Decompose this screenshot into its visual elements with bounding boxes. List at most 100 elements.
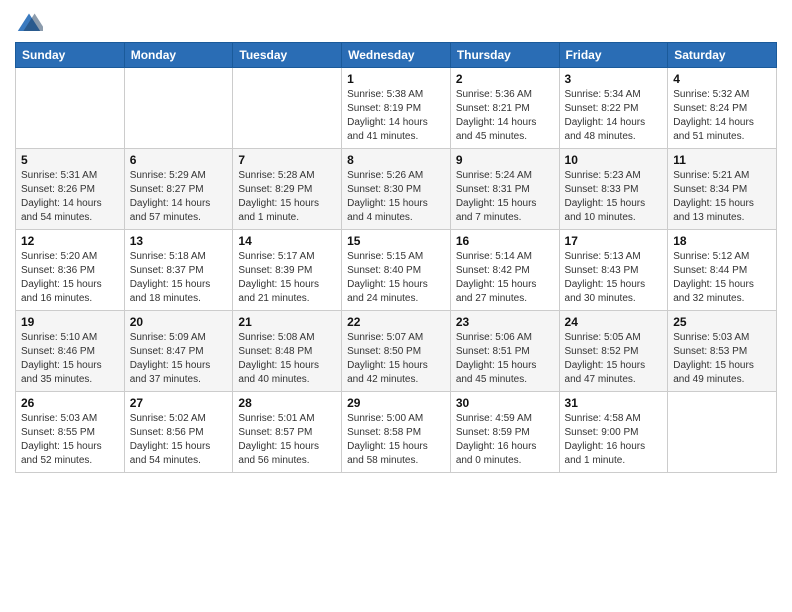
day-info: Sunrise: 5:06 AMSunset: 8:51 PMDaylight:…: [456, 331, 554, 387]
week-row-5: 26 Sunrise: 5:03 AMSunset: 8:55 PMDaylig…: [16, 392, 777, 473]
day-number: 20: [130, 315, 228, 329]
day-number: 16: [456, 234, 554, 248]
day-info: Sunrise: 5:09 AMSunset: 8:47 PMDaylight:…: [130, 331, 228, 387]
day-info: Sunrise: 5:18 AMSunset: 8:37 PMDaylight:…: [130, 250, 228, 306]
day-info: Sunrise: 5:03 AMSunset: 8:55 PMDaylight:…: [21, 412, 119, 468]
day-info: Sunrise: 5:28 AMSunset: 8:29 PMDaylight:…: [238, 169, 336, 225]
day-info: Sunrise: 4:58 AMSunset: 9:00 PMDaylight:…: [565, 412, 663, 468]
week-row-3: 12 Sunrise: 5:20 AMSunset: 8:36 PMDaylig…: [16, 230, 777, 311]
day-info: Sunrise: 5:02 AMSunset: 8:56 PMDaylight:…: [130, 412, 228, 468]
weekday-header-sunday: Sunday: [16, 43, 125, 68]
day-info: Sunrise: 5:00 AMSunset: 8:58 PMDaylight:…: [347, 412, 445, 468]
day-number: 31: [565, 396, 663, 410]
day-number: 19: [21, 315, 119, 329]
day-info: Sunrise: 5:15 AMSunset: 8:40 PMDaylight:…: [347, 250, 445, 306]
day-number: 22: [347, 315, 445, 329]
day-cell: [124, 68, 233, 149]
day-number: 8: [347, 153, 445, 167]
day-number: 5: [21, 153, 119, 167]
day-number: 3: [565, 72, 663, 86]
day-cell: [16, 68, 125, 149]
day-info: Sunrise: 5:17 AMSunset: 8:39 PMDaylight:…: [238, 250, 336, 306]
day-info: Sunrise: 5:03 AMSunset: 8:53 PMDaylight:…: [673, 331, 771, 387]
day-cell: 15 Sunrise: 5:15 AMSunset: 8:40 PMDaylig…: [342, 230, 451, 311]
day-cell: 19 Sunrise: 5:10 AMSunset: 8:46 PMDaylig…: [16, 311, 125, 392]
week-row-2: 5 Sunrise: 5:31 AMSunset: 8:26 PMDayligh…: [16, 149, 777, 230]
day-cell: 2 Sunrise: 5:36 AMSunset: 8:21 PMDayligh…: [450, 68, 559, 149]
day-number: 6: [130, 153, 228, 167]
week-row-4: 19 Sunrise: 5:10 AMSunset: 8:46 PMDaylig…: [16, 311, 777, 392]
day-info: Sunrise: 5:36 AMSunset: 8:21 PMDaylight:…: [456, 88, 554, 144]
day-cell: 7 Sunrise: 5:28 AMSunset: 8:29 PMDayligh…: [233, 149, 342, 230]
day-number: 21: [238, 315, 336, 329]
day-cell: 21 Sunrise: 5:08 AMSunset: 8:48 PMDaylig…: [233, 311, 342, 392]
weekday-header-row: SundayMondayTuesdayWednesdayThursdayFrid…: [16, 43, 777, 68]
day-info: Sunrise: 4:59 AMSunset: 8:59 PMDaylight:…: [456, 412, 554, 468]
day-info: Sunrise: 5:08 AMSunset: 8:48 PMDaylight:…: [238, 331, 336, 387]
day-info: Sunrise: 5:23 AMSunset: 8:33 PMDaylight:…: [565, 169, 663, 225]
day-number: 1: [347, 72, 445, 86]
header: [15, 10, 777, 38]
week-row-1: 1 Sunrise: 5:38 AMSunset: 8:19 PMDayligh…: [16, 68, 777, 149]
calendar-table: SundayMondayTuesdayWednesdayThursdayFrid…: [15, 42, 777, 473]
day-cell: [668, 392, 777, 473]
day-number: 4: [673, 72, 771, 86]
day-cell: 29 Sunrise: 5:00 AMSunset: 8:58 PMDaylig…: [342, 392, 451, 473]
weekday-header-wednesday: Wednesday: [342, 43, 451, 68]
day-number: 27: [130, 396, 228, 410]
logo-icon: [15, 10, 43, 38]
day-cell: 12 Sunrise: 5:20 AMSunset: 8:36 PMDaylig…: [16, 230, 125, 311]
day-info: Sunrise: 5:21 AMSunset: 8:34 PMDaylight:…: [673, 169, 771, 225]
day-info: Sunrise: 5:05 AMSunset: 8:52 PMDaylight:…: [565, 331, 663, 387]
day-number: 14: [238, 234, 336, 248]
day-cell: 10 Sunrise: 5:23 AMSunset: 8:33 PMDaylig…: [559, 149, 668, 230]
day-number: 2: [456, 72, 554, 86]
day-cell: 24 Sunrise: 5:05 AMSunset: 8:52 PMDaylig…: [559, 311, 668, 392]
day-cell: 27 Sunrise: 5:02 AMSunset: 8:56 PMDaylig…: [124, 392, 233, 473]
day-number: 7: [238, 153, 336, 167]
day-cell: 26 Sunrise: 5:03 AMSunset: 8:55 PMDaylig…: [16, 392, 125, 473]
weekday-header-monday: Monday: [124, 43, 233, 68]
day-info: Sunrise: 5:01 AMSunset: 8:57 PMDaylight:…: [238, 412, 336, 468]
day-cell: 3 Sunrise: 5:34 AMSunset: 8:22 PMDayligh…: [559, 68, 668, 149]
day-cell: 20 Sunrise: 5:09 AMSunset: 8:47 PMDaylig…: [124, 311, 233, 392]
day-number: 28: [238, 396, 336, 410]
day-info: Sunrise: 5:38 AMSunset: 8:19 PMDaylight:…: [347, 88, 445, 144]
day-number: 13: [130, 234, 228, 248]
day-cell: 18 Sunrise: 5:12 AMSunset: 8:44 PMDaylig…: [668, 230, 777, 311]
day-info: Sunrise: 5:32 AMSunset: 8:24 PMDaylight:…: [673, 88, 771, 144]
day-info: Sunrise: 5:26 AMSunset: 8:30 PMDaylight:…: [347, 169, 445, 225]
day-number: 18: [673, 234, 771, 248]
day-cell: 31 Sunrise: 4:58 AMSunset: 9:00 PMDaylig…: [559, 392, 668, 473]
day-cell: 13 Sunrise: 5:18 AMSunset: 8:37 PMDaylig…: [124, 230, 233, 311]
day-cell: 14 Sunrise: 5:17 AMSunset: 8:39 PMDaylig…: [233, 230, 342, 311]
day-number: 12: [21, 234, 119, 248]
day-info: Sunrise: 5:24 AMSunset: 8:31 PMDaylight:…: [456, 169, 554, 225]
day-cell: [233, 68, 342, 149]
day-cell: 25 Sunrise: 5:03 AMSunset: 8:53 PMDaylig…: [668, 311, 777, 392]
day-info: Sunrise: 5:10 AMSunset: 8:46 PMDaylight:…: [21, 331, 119, 387]
day-cell: 1 Sunrise: 5:38 AMSunset: 8:19 PMDayligh…: [342, 68, 451, 149]
day-info: Sunrise: 5:12 AMSunset: 8:44 PMDaylight:…: [673, 250, 771, 306]
day-cell: 6 Sunrise: 5:29 AMSunset: 8:27 PMDayligh…: [124, 149, 233, 230]
day-info: Sunrise: 5:29 AMSunset: 8:27 PMDaylight:…: [130, 169, 228, 225]
day-cell: 28 Sunrise: 5:01 AMSunset: 8:57 PMDaylig…: [233, 392, 342, 473]
day-number: 23: [456, 315, 554, 329]
day-cell: 9 Sunrise: 5:24 AMSunset: 8:31 PMDayligh…: [450, 149, 559, 230]
day-cell: 4 Sunrise: 5:32 AMSunset: 8:24 PMDayligh…: [668, 68, 777, 149]
day-info: Sunrise: 5:13 AMSunset: 8:43 PMDaylight:…: [565, 250, 663, 306]
day-cell: 17 Sunrise: 5:13 AMSunset: 8:43 PMDaylig…: [559, 230, 668, 311]
page-container: SundayMondayTuesdayWednesdayThursdayFrid…: [0, 0, 792, 483]
weekday-header-friday: Friday: [559, 43, 668, 68]
day-cell: 23 Sunrise: 5:06 AMSunset: 8:51 PMDaylig…: [450, 311, 559, 392]
day-number: 29: [347, 396, 445, 410]
day-number: 10: [565, 153, 663, 167]
day-info: Sunrise: 5:14 AMSunset: 8:42 PMDaylight:…: [456, 250, 554, 306]
logo: [15, 10, 47, 38]
day-info: Sunrise: 5:31 AMSunset: 8:26 PMDaylight:…: [21, 169, 119, 225]
day-cell: 5 Sunrise: 5:31 AMSunset: 8:26 PMDayligh…: [16, 149, 125, 230]
day-number: 24: [565, 315, 663, 329]
day-cell: 16 Sunrise: 5:14 AMSunset: 8:42 PMDaylig…: [450, 230, 559, 311]
day-number: 11: [673, 153, 771, 167]
day-number: 15: [347, 234, 445, 248]
